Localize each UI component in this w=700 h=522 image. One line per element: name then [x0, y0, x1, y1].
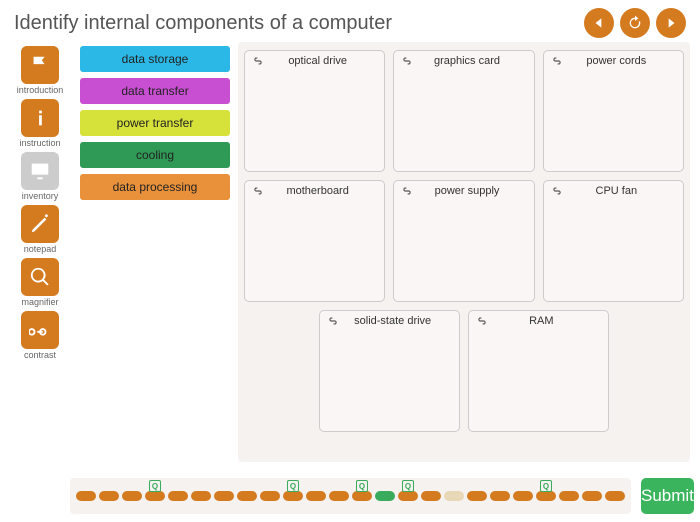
progress-pip[interactable] — [467, 491, 487, 501]
progress-pip[interactable] — [329, 491, 349, 501]
quiz-marker: Q — [540, 480, 552, 492]
progress-pip[interactable] — [191, 491, 211, 501]
sidebar-item-notepad[interactable]: notepad — [10, 205, 70, 254]
category-data-transfer[interactable]: data transfer — [80, 78, 230, 104]
progress-bar[interactable]: QQQQQ — [70, 478, 631, 514]
pencil-icon — [21, 205, 59, 243]
drop-card-motherboard[interactable]: motherboard — [244, 180, 385, 302]
progress-pip[interactable] — [76, 491, 96, 501]
progress-pip[interactable] — [490, 491, 510, 501]
sidebar-item-introduction[interactable]: introduction — [10, 46, 70, 95]
card-title: power supply — [406, 185, 527, 197]
page-title: Identify internal components of a comput… — [14, 12, 584, 35]
quiz-marker: Q — [149, 480, 161, 492]
progress-pip[interactable] — [237, 491, 257, 501]
sidebar-item-contrast[interactable]: contrast — [10, 311, 70, 360]
sidebar-item-label: contrast — [24, 350, 56, 360]
drop-card-power-cords[interactable]: power cords — [543, 50, 684, 172]
drop-card-CPU-fan[interactable]: CPU fan — [543, 180, 684, 302]
card-title: optical drive — [257, 55, 378, 67]
sidebar-item-label: notepad — [24, 244, 57, 254]
card-title: graphics card — [406, 55, 527, 67]
sidebar-item-magnifier[interactable]: magnifier — [10, 258, 70, 307]
category-data-processing[interactable]: data processing — [80, 174, 230, 200]
sidebar-item-label: magnifier — [21, 297, 58, 307]
monitor-icon — [21, 152, 59, 190]
magnify-icon — [21, 258, 59, 296]
progress-pip[interactable] — [513, 491, 533, 501]
drop-card-power-supply[interactable]: power supply — [393, 180, 534, 302]
prev-button[interactable] — [584, 8, 614, 38]
quiz-marker: Q — [402, 480, 414, 492]
next-button[interactable] — [656, 8, 686, 38]
drop-card-RAM[interactable]: RAM — [468, 310, 609, 432]
progress-pip[interactable] — [605, 491, 625, 501]
card-title: motherboard — [257, 185, 378, 197]
progress-pip[interactable] — [582, 491, 602, 501]
drop-card-solid-state-drive[interactable]: solid-state drive — [319, 310, 460, 432]
info-icon — [21, 99, 59, 137]
sidebar-item-label: introduction — [17, 85, 64, 95]
drop-card-graphics-card[interactable]: graphics card — [393, 50, 534, 172]
progress-pip[interactable] — [283, 491, 303, 501]
progress-pip[interactable] — [306, 491, 326, 501]
progress-pip[interactable] — [352, 491, 372, 501]
progress-pip[interactable] — [122, 491, 142, 501]
progress-pip[interactable] — [375, 491, 395, 501]
refresh-button[interactable] — [620, 8, 650, 38]
progress-pip[interactable] — [421, 491, 441, 501]
sidebar-item-instruction[interactable]: instruction — [10, 99, 70, 148]
progress-pip[interactable] — [145, 491, 165, 501]
quiz-marker: Q — [287, 480, 299, 492]
sidebar-item-inventory[interactable]: inventory — [10, 152, 70, 201]
quiz-marker: Q — [356, 480, 368, 492]
sidebar-item-label: inventory — [22, 191, 59, 201]
category-power-transfer[interactable]: power transfer — [80, 110, 230, 136]
card-title: solid-state drive — [332, 315, 453, 327]
card-title: power cords — [556, 55, 677, 67]
progress-pip[interactable] — [99, 491, 119, 501]
progress-pip[interactable] — [559, 491, 579, 501]
submit-button[interactable]: Submit — [641, 478, 694, 514]
progress-pip[interactable] — [260, 491, 280, 501]
flag-icon — [21, 46, 59, 84]
progress-pip[interactable] — [214, 491, 234, 501]
glasses-icon — [21, 311, 59, 349]
drop-card-optical-drive[interactable]: optical drive — [244, 50, 385, 172]
progress-pip[interactable] — [536, 491, 556, 501]
progress-pip[interactable] — [444, 491, 464, 501]
category-cooling[interactable]: cooling — [80, 142, 230, 168]
sidebar-item-label: instruction — [19, 138, 60, 148]
progress-pip[interactable] — [168, 491, 188, 501]
card-title: CPU fan — [556, 185, 677, 197]
card-title: RAM — [481, 315, 602, 327]
progress-pip[interactable] — [398, 491, 418, 501]
category-data-storage[interactable]: data storage — [80, 46, 230, 72]
